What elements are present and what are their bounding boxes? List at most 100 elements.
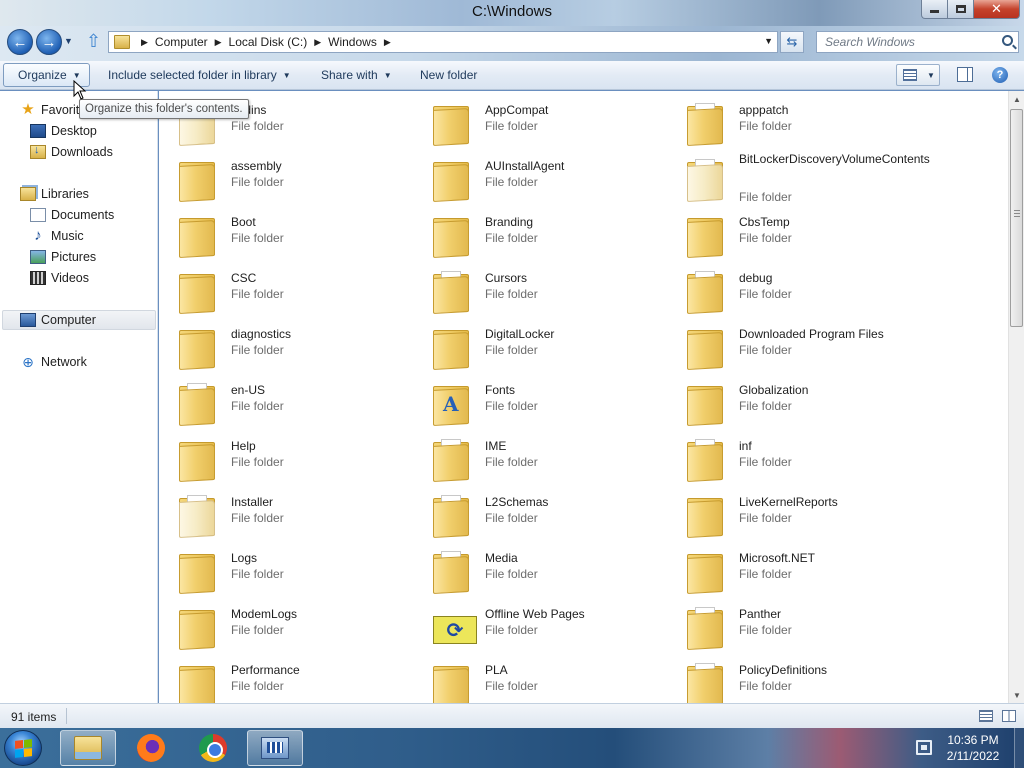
folder-item[interactable]: CSC File folder — [159, 264, 409, 316]
folder-item[interactable]: assembly File folder — [159, 152, 409, 204]
back-arrow-icon: ← — [12, 33, 28, 51]
recent-pages-dropdown[interactable]: ▼ — [64, 36, 73, 46]
folder-name: Cursors — [485, 271, 528, 285]
folder-item[interactable]: debug File folder — [667, 264, 917, 316]
breadcrumb-chevron-icon[interactable]: ▶ — [314, 37, 321, 48]
chevron-down-icon: ▼ — [72, 70, 81, 80]
breadcrumb-chevron-icon[interactable]: ▶ — [141, 37, 148, 48]
star-icon: ★ — [21, 101, 35, 118]
folder-item[interactable]: Performance File folder — [159, 656, 409, 703]
system-clock[interactable]: 10:36 PM 2/11/2022 — [940, 732, 1006, 764]
folder-item[interactable]: diagnostics File folder — [159, 320, 409, 372]
nav-videos[interactable]: Videos — [30, 268, 89, 288]
folder-item[interactable]: en-US File folder — [159, 376, 409, 428]
breadcrumb-local-disk[interactable]: Local Disk (C:) — [229, 35, 308, 49]
show-desktop-button[interactable] — [1014, 728, 1024, 768]
nav-downloads[interactable]: Downloads — [30, 142, 113, 162]
taskbar-firefox[interactable] — [123, 730, 179, 766]
nav-pictures[interactable]: Pictures — [30, 247, 96, 267]
breadcrumb-computer[interactable]: Computer — [155, 35, 208, 49]
breadcrumb-chevron-icon[interactable]: ▶ — [384, 37, 391, 48]
minimize-icon — [930, 10, 939, 13]
folder-item[interactable]: Branding File folder — [413, 208, 663, 260]
folder-item[interactable]: inf File folder — [667, 432, 917, 484]
refresh-button[interactable]: ⇆ — [780, 31, 804, 53]
taskbar-explorer[interactable] — [60, 730, 116, 766]
folder-item[interactable]: BitLockerDiscoveryVolumeContents File fol… — [667, 152, 930, 204]
vertical-scrollbar[interactable]: ▲ ▼ — [1008, 91, 1024, 703]
folder-name: inf — [739, 439, 752, 453]
folder-name: DigitalLocker — [485, 327, 555, 341]
folder-item[interactable]: ModemLogs File folder — [159, 600, 409, 652]
close-button[interactable]: ✕ — [974, 0, 1020, 19]
help-button[interactable]: ? — [992, 67, 1008, 83]
folder-item[interactable]: Boot File folder — [159, 208, 409, 260]
change-view-button[interactable]: ▼ — [896, 64, 940, 86]
details-view-icon[interactable] — [979, 710, 993, 722]
scroll-thumb[interactable] — [1010, 109, 1023, 327]
scroll-up-icon[interactable]: ▲ — [1009, 91, 1024, 107]
folder-icon — [431, 268, 471, 314]
back-button[interactable]: ← — [7, 29, 33, 55]
address-dropdown-icon[interactable]: ▼ — [764, 36, 773, 46]
folder-item[interactable]: Globalization File folder — [667, 376, 917, 428]
breadcrumb-chevron-icon[interactable]: ▶ — [215, 37, 222, 48]
folder-item[interactable]: PolicyDefinitions File folder — [667, 656, 917, 703]
preview-pane-button[interactable] — [957, 67, 973, 82]
maximize-button[interactable] — [948, 0, 974, 19]
folder-type: File folder — [231, 679, 284, 693]
folder-item[interactable]: Cursors File folder — [413, 264, 663, 316]
folder-icon — [685, 604, 725, 650]
search-icon[interactable] — [1002, 35, 1013, 46]
folder-icon — [685, 268, 725, 314]
folder-item[interactable]: IME File folder — [413, 432, 663, 484]
folder-type: File folder — [739, 343, 792, 357]
minimize-button[interactable] — [921, 0, 948, 19]
nav-computer[interactable]: Computer — [2, 310, 156, 330]
start-button[interactable] — [4, 730, 42, 766]
folder-item[interactable]: AUInstallAgent File folder — [413, 152, 663, 204]
search-input[interactable] — [817, 32, 987, 52]
folder-item[interactable]: Installer File folder — [159, 488, 409, 540]
folder-item[interactable]: Panther File folder — [667, 600, 917, 652]
folder-icon — [177, 212, 217, 258]
window-title: C:\Windows — [471, 3, 553, 20]
folder-item[interactable]: Downloaded Program Files File folder — [667, 320, 917, 372]
folder-item[interactable]: PLA File folder — [413, 656, 663, 703]
nav-music[interactable]: ♪ Music — [30, 226, 83, 246]
folder-item[interactable]: L2Schemas File folder — [413, 488, 663, 540]
folder-item[interactable]: apppatch File folder — [667, 96, 917, 148]
close-icon: ✕ — [991, 1, 1002, 16]
folder-icon — [431, 324, 471, 370]
forward-button[interactable]: → — [36, 29, 62, 55]
folder-item[interactable]: CbsTemp File folder — [667, 208, 917, 260]
folder-item[interactable]: Media File folder — [413, 544, 663, 596]
folder-icon — [177, 380, 217, 426]
nav-libraries[interactable]: Libraries — [20, 184, 89, 204]
folder-item[interactable]: Logs File folder — [159, 544, 409, 596]
include-in-library-button[interactable]: Include selected folder in library ▼ — [108, 68, 291, 82]
nav-network[interactable]: ⊕ Network — [20, 352, 87, 372]
folder-item[interactable]: A Fonts File folder — [413, 376, 663, 428]
network-tray-icon[interactable] — [916, 740, 932, 755]
folder-item[interactable]: AppCompat File folder — [413, 96, 663, 148]
up-folder-icon[interactable]: ⇧ — [86, 31, 101, 52]
nav-documents[interactable]: Documents — [30, 205, 114, 225]
folder-item[interactable]: Help File folder — [159, 432, 409, 484]
folder-item[interactable]: LiveKernelReports File folder — [667, 488, 917, 540]
breadcrumb-windows[interactable]: Windows — [328, 35, 377, 49]
folder-item[interactable]: ⟳ Offline Web Pages File folder — [413, 600, 663, 652]
search-box[interactable] — [816, 31, 1019, 53]
taskbar-chrome[interactable] — [185, 730, 241, 766]
new-folder-button[interactable]: New folder — [420, 68, 477, 82]
tiles-view-icon[interactable] — [1002, 710, 1016, 722]
address-bar[interactable]: ▶ Computer ▶ Local Disk (C:) ▶ Windows ▶… — [108, 31, 778, 53]
folder-item[interactable]: Microsoft.NET File folder — [667, 544, 917, 596]
folder-item[interactable]: DigitalLocker File folder — [413, 320, 663, 372]
folder-type: File folder — [739, 399, 792, 413]
clock-date: 2/11/2022 — [946, 749, 1000, 763]
nav-desktop[interactable]: Desktop — [30, 121, 97, 141]
share-with-button[interactable]: Share with ▼ — [321, 68, 392, 82]
taskbar-remote-desktop[interactable] — [247, 730, 303, 766]
scroll-down-icon[interactable]: ▼ — [1009, 687, 1024, 703]
